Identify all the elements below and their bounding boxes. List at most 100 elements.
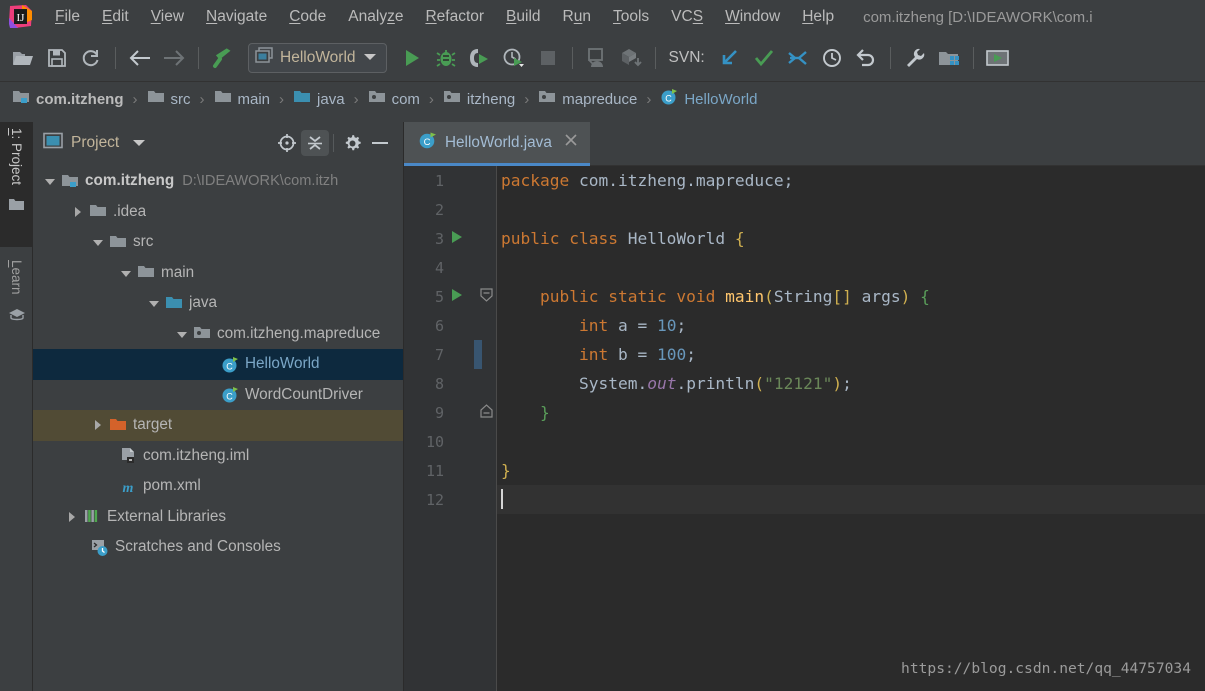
sidebar-item-project[interactable]: 1: Project — [0, 122, 33, 247]
collapse-all-icon[interactable] — [301, 130, 329, 156]
code-line-3: public class HelloWorld { — [497, 224, 1205, 253]
run-profiler-icon[interactable] — [497, 41, 531, 75]
project-tree[interactable]: com.itzheng D:\IDEAWORK\com.itzh .idea s… — [33, 164, 403, 691]
svn-push-icon[interactable] — [781, 41, 815, 75]
vcs-revert-undo-icon[interactable] — [849, 41, 883, 75]
scroll-from-source-icon[interactable] — [273, 130, 301, 156]
settings-wrench-icon[interactable] — [898, 41, 932, 75]
java-class-icon: C — [660, 88, 678, 111]
project-structure-icon[interactable] — [932, 41, 966, 75]
sidebar-item-learn[interactable]: Learn — [0, 254, 33, 359]
breadcrumb-item-java[interactable]: java — [291, 89, 347, 110]
avd-manager-icon[interactable] — [580, 41, 614, 75]
tree-row-iml[interactable]: com.itzheng.iml — [33, 441, 403, 472]
breadcrumb-label-com: com — [392, 91, 420, 108]
run-gutter-icon[interactable] — [450, 287, 464, 306]
breadcrumb-label-itzheng: itzheng — [467, 91, 515, 108]
chevron-down-icon[interactable] — [363, 49, 377, 67]
refresh-sync-icon[interactable] — [74, 41, 108, 75]
menu-vcs-mnemonic: S — [693, 8, 703, 25]
menu-refactor[interactable]: Refactor — [414, 5, 495, 29]
run-play-icon[interactable] — [395, 41, 429, 75]
tree-label-module: com.itzheng — [85, 172, 174, 190]
chevron-expanded-icon[interactable] — [175, 327, 189, 341]
menu-run-pre: R — [563, 8, 574, 25]
chevron-expanded-icon[interactable] — [147, 296, 161, 310]
menu-navigate[interactable]: Navigate — [195, 5, 278, 29]
breadcrumb-label-main: main — [238, 91, 271, 108]
menu-help[interactable]: Help — [791, 5, 845, 29]
menu-view[interactable]: View — [140, 5, 195, 29]
vcs-history-clock-icon[interactable] — [815, 41, 849, 75]
sdk-manager-icon[interactable] — [614, 41, 648, 75]
tree-row-java[interactable]: java — [33, 288, 403, 319]
fold-open-icon[interactable] — [480, 287, 493, 306]
tree-row-external-libraries[interactable]: External Libraries — [33, 502, 403, 533]
fold-close-icon[interactable] — [480, 403, 493, 422]
code-line-6: int a = 10; — [497, 311, 1205, 340]
chevron-collapsed-icon[interactable] — [71, 205, 85, 219]
chevron-expanded-icon[interactable] — [43, 174, 57, 188]
tree-row-package[interactable]: com.itzheng.mapreduce — [33, 319, 403, 350]
menu-build-mnemonic: B — [506, 8, 516, 25]
tree-row-pom[interactable]: m pom.xml — [33, 471, 403, 502]
toolbar-separator-1 — [115, 47, 116, 69]
tree-row-idea[interactable]: .idea — [33, 197, 403, 228]
breadcrumb-item-main[interactable]: main — [212, 89, 273, 110]
menu-code[interactable]: Code — [278, 5, 337, 29]
run-configuration-selector[interactable]: HelloWorld — [248, 43, 387, 73]
run-with-coverage-icon[interactable] — [463, 41, 497, 75]
gutter-line-7: 7 — [404, 340, 497, 369]
editor-tab-helloworld[interactable]: C HelloWorld.java — [404, 122, 590, 166]
gutter-line-2: 2 — [404, 195, 497, 224]
tree-row-helloworld[interactable]: C HelloWorld — [33, 349, 403, 380]
chevron-collapsed-icon[interactable] — [65, 510, 79, 524]
tree-row-scratches[interactable]: Scratches and Consoles — [33, 532, 403, 563]
arrow-forward-icon[interactable] — [157, 41, 191, 75]
editor-area: C HelloWorld.java 1 2 3 4 — [404, 122, 1205, 691]
breadcrumb-item-src[interactable]: src — [145, 89, 193, 110]
menu-build[interactable]: Build — [495, 5, 551, 29]
menu-edit[interactable]: Edit — [91, 5, 140, 29]
code-editor[interactable]: 1 2 3 4 5 6 7 — [404, 166, 1205, 691]
open-folder-icon[interactable] — [6, 41, 40, 75]
tree-label-external-libraries: External Libraries — [107, 508, 226, 526]
debug-bug-icon[interactable] — [429, 41, 463, 75]
save-disk-icon[interactable] — [40, 41, 74, 75]
vcs-change-marker[interactable] — [474, 340, 482, 369]
menu-file[interactable]: File — [44, 5, 91, 29]
tree-row-src[interactable]: src — [33, 227, 403, 258]
arrow-back-icon[interactable] — [123, 41, 157, 75]
breadcrumb-item-itzheng[interactable]: itzheng — [441, 89, 517, 110]
hide-minus-icon[interactable] — [366, 130, 394, 156]
breadcrumb-item-com[interactable]: com — [366, 89, 422, 110]
menu-tools[interactable]: Tools — [602, 5, 660, 29]
chevron-collapsed-icon[interactable] — [91, 418, 105, 432]
line-number: 11 — [404, 462, 444, 480]
editor-gutter[interactable]: 1 2 3 4 5 6 7 — [404, 166, 497, 691]
run-gutter-icon[interactable] — [450, 229, 464, 248]
code-content[interactable]: package com.itzheng.mapreduce; public cl… — [497, 166, 1205, 691]
build-hammer-icon[interactable] — [206, 41, 240, 75]
svg-text:IJ: IJ — [17, 12, 26, 24]
chevron-down-icon[interactable] — [125, 130, 153, 156]
breadcrumb-item-mapreduce[interactable]: mapreduce — [536, 89, 639, 110]
gear-icon[interactable] — [338, 130, 366, 156]
stop-square-icon[interactable] — [531, 41, 565, 75]
breadcrumb-item-class[interactable]: C HelloWorld — [658, 88, 759, 111]
menu-vcs[interactable]: VCS — [660, 5, 714, 29]
menu-window[interactable]: Window — [714, 5, 791, 29]
chevron-expanded-icon[interactable] — [119, 266, 133, 280]
tree-row-target[interactable]: target — [33, 410, 403, 441]
chevron-expanded-icon[interactable] — [91, 235, 105, 249]
close-x-icon[interactable] — [564, 133, 578, 152]
tree-row-module[interactable]: com.itzheng D:\IDEAWORK\com.itzh — [33, 166, 403, 197]
breadcrumb-item-module[interactable]: com.itzheng — [10, 89, 126, 110]
tree-row-wordcountdriver[interactable]: C WordCountDriver — [33, 380, 403, 411]
svn-update-icon[interactable] — [713, 41, 747, 75]
svn-commit-check-icon[interactable] — [747, 41, 781, 75]
menu-run[interactable]: Run — [552, 5, 602, 29]
tree-row-main[interactable]: main — [33, 258, 403, 289]
menu-analyze[interactable]: Analyze — [337, 5, 414, 29]
select-run-target-icon[interactable] — [981, 41, 1015, 75]
